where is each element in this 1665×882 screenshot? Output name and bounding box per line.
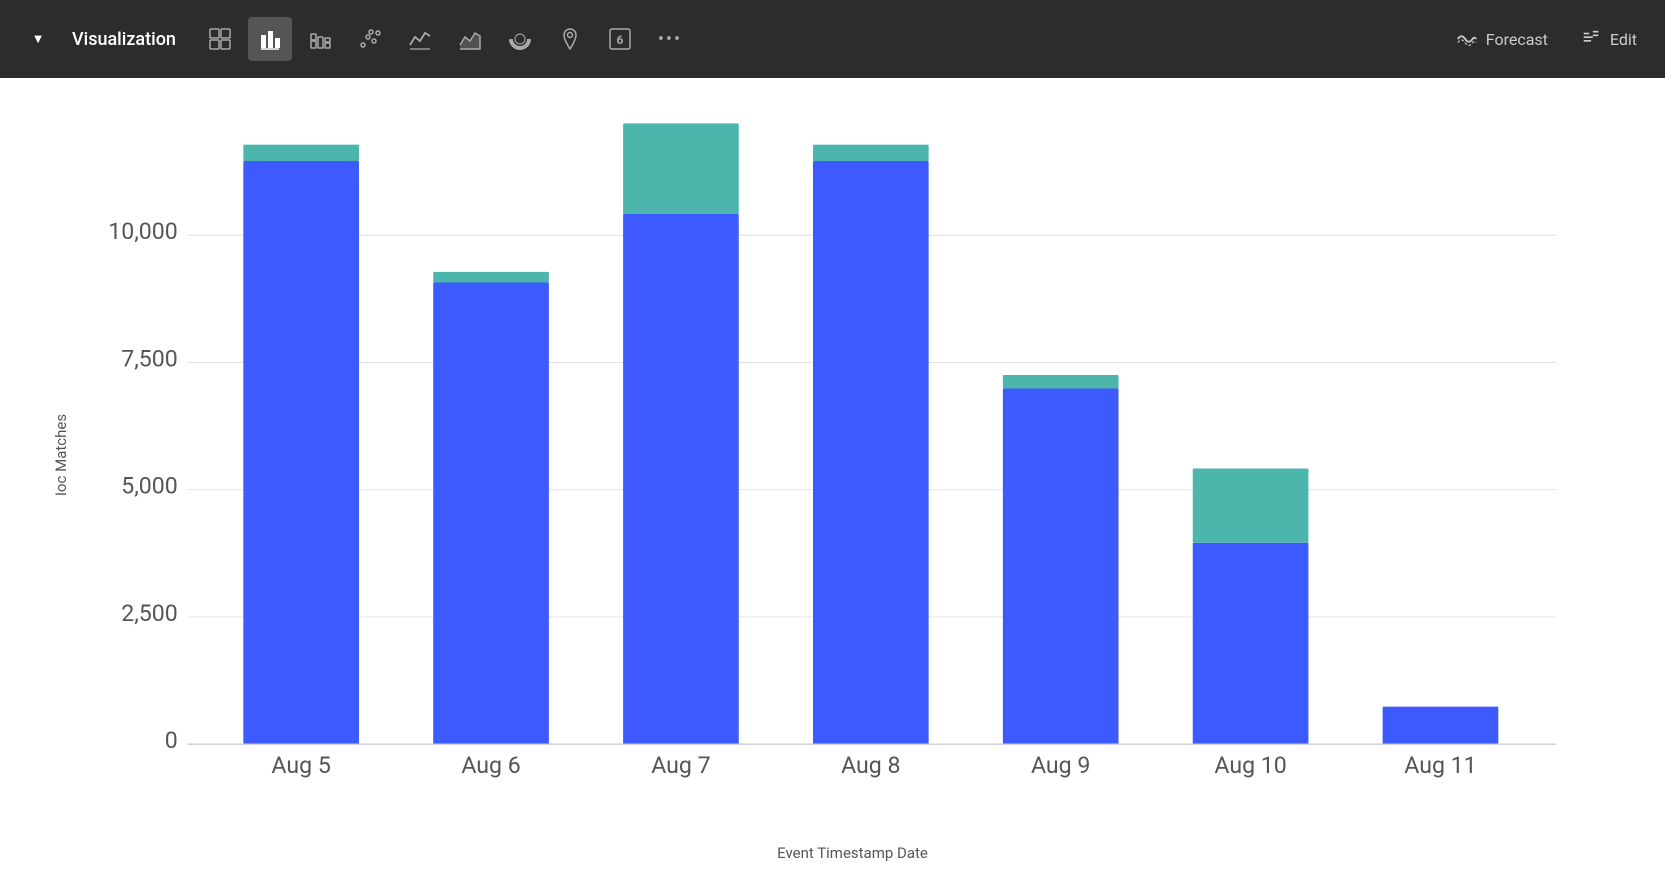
svg-text:Aug 8: Aug 8 bbox=[841, 752, 900, 779]
bar-aug9[interactable]: Aug 9 bbox=[1003, 375, 1119, 779]
chevron-down-icon: ▼ bbox=[32, 31, 45, 47]
visualization-title: Visualization bbox=[72, 29, 176, 50]
svg-text:Aug 5: Aug 5 bbox=[271, 752, 330, 779]
area-chart-icon-btn[interactable] bbox=[448, 17, 492, 61]
bar-chart-svg: 0 2,500 5,000 7,500 10,000 Aug 5 Aug 6 bbox=[100, 108, 1605, 802]
number-icon-btn[interactable]: 6 bbox=[598, 17, 642, 61]
table-icon bbox=[208, 27, 232, 51]
y-axis-label: Ioc Matches bbox=[52, 414, 70, 496]
map-icon-btn[interactable] bbox=[548, 17, 592, 61]
svg-text:5,000: 5,000 bbox=[121, 473, 178, 500]
svg-text:2,500: 2,500 bbox=[121, 600, 178, 627]
bar-aug11[interactable]: Aug 11 bbox=[1383, 707, 1499, 780]
more-icon: ••• bbox=[658, 29, 682, 50]
bar-aug10[interactable]: Aug 10 bbox=[1193, 468, 1309, 779]
bar-aug5[interactable]: Aug 5 bbox=[243, 145, 359, 779]
donut-chart-icon bbox=[508, 27, 532, 51]
svg-text:Aug 7: Aug 7 bbox=[651, 752, 710, 779]
toolbar-left: ▼ Visualization bbox=[16, 17, 1440, 61]
edit-label: Edit bbox=[1610, 30, 1637, 49]
bar-chart-icon-btn[interactable] bbox=[248, 17, 292, 61]
chart-wrapper: Ioc Matches Event Timestamp Date 0 2,500… bbox=[100, 108, 1605, 802]
number-icon: 6 bbox=[608, 27, 632, 51]
more-options-btn[interactable]: ••• bbox=[648, 17, 692, 61]
svg-text:10,000: 10,000 bbox=[108, 218, 178, 245]
area-chart-icon bbox=[458, 27, 482, 51]
forecast-label: Forecast bbox=[1486, 30, 1548, 49]
toolbar: ▼ Visualization bbox=[0, 0, 1665, 78]
forecast-button[interactable]: Forecast bbox=[1444, 20, 1560, 58]
scatter-icon-btn[interactable] bbox=[348, 17, 392, 61]
svg-text:7,500: 7,500 bbox=[121, 345, 178, 372]
svg-text:Aug 10: Aug 10 bbox=[1214, 752, 1286, 779]
x-axis-label: Event Timestamp Date bbox=[777, 844, 928, 862]
svg-text:0: 0 bbox=[165, 727, 178, 754]
stacked-bar-icon-btn[interactable] bbox=[298, 17, 342, 61]
table-icon-btn[interactable] bbox=[198, 17, 242, 61]
donut-chart-icon-btn[interactable] bbox=[498, 17, 542, 61]
bar-aug7[interactable]: Aug 7 bbox=[623, 123, 739, 779]
svg-text:Aug 9: Aug 9 bbox=[1031, 752, 1090, 779]
edit-button[interactable]: Edit bbox=[1568, 20, 1649, 58]
svg-text:6: 6 bbox=[616, 33, 623, 47]
stacked-bar-icon bbox=[308, 27, 332, 51]
map-pin-icon bbox=[558, 27, 582, 51]
toolbar-right: Forecast Edit bbox=[1444, 20, 1649, 58]
bar-aug8[interactable]: Aug 8 bbox=[813, 145, 929, 779]
line-chart-icon-btn[interactable] bbox=[398, 17, 442, 61]
svg-text:Aug 11: Aug 11 bbox=[1404, 752, 1476, 779]
line-chart-icon bbox=[408, 27, 432, 51]
edit-icon bbox=[1580, 28, 1602, 50]
scatter-icon bbox=[358, 27, 382, 51]
forecast-icon bbox=[1456, 28, 1478, 50]
bar-chart-icon bbox=[258, 27, 282, 51]
bar-aug6[interactable]: Aug 6 bbox=[433, 272, 549, 779]
chart-area: Ioc Matches Event Timestamp Date 0 2,500… bbox=[0, 78, 1665, 882]
svg-text:Aug 6: Aug 6 bbox=[461, 752, 520, 779]
visualization-dropdown-arrow[interactable]: ▼ bbox=[16, 17, 60, 61]
